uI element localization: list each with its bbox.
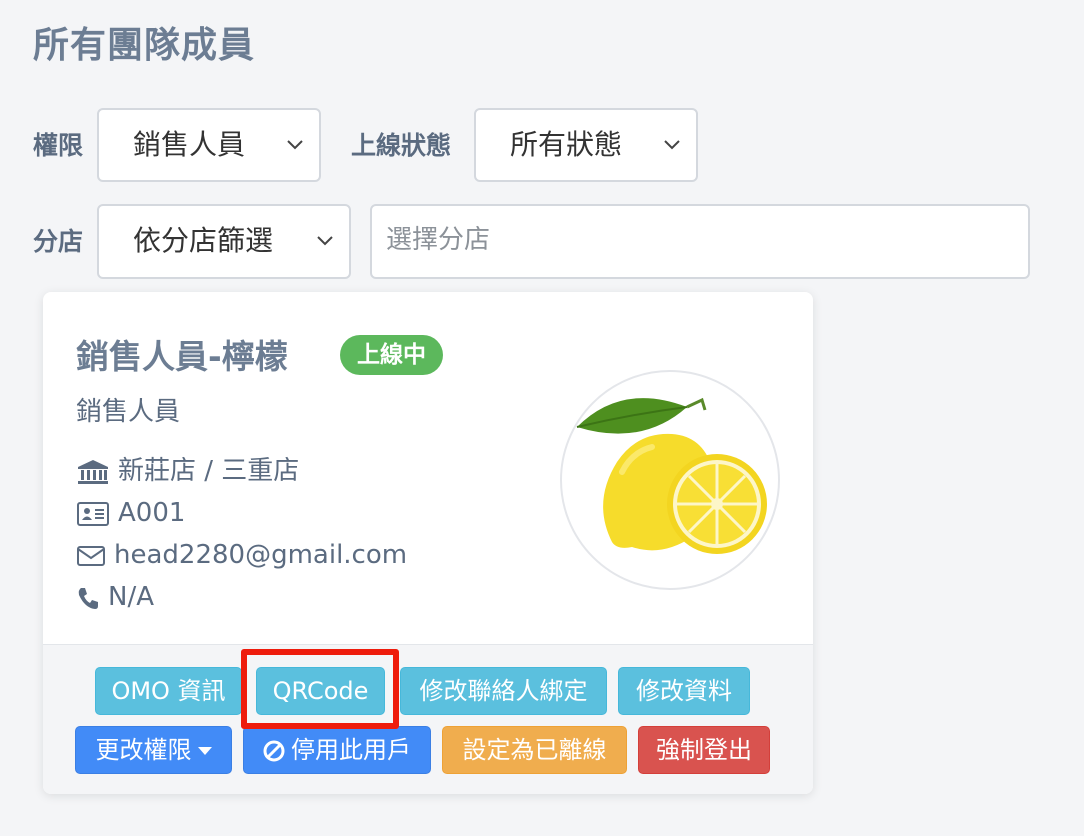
change-permission-button[interactable]: 更改權限 <box>75 726 232 774</box>
member-email-row: head2280@gmail.com <box>76 538 407 572</box>
page-title: 所有團隊成員 <box>33 25 256 66</box>
online-status-label: 上線狀態 <box>351 131 452 160</box>
member-branches: 新莊店 / 三重店 <box>118 456 300 486</box>
force-logout-button[interactable]: 強制登出 <box>638 726 770 774</box>
member-name: 銷售人員-檸檬 <box>76 337 288 376</box>
omo-info-button[interactable]: OMO 資訊 <box>95 667 242 715</box>
permission-select-value: 銷售人員 <box>133 128 246 161</box>
disable-user-button[interactable]: 停用此用戶 <box>243 726 431 774</box>
branch-label: 分店 <box>33 227 84 256</box>
bank-icon <box>78 459 108 484</box>
lemon-avatar-icon <box>576 397 767 554</box>
member-id-row: A001 <box>76 496 185 530</box>
branch-input[interactable]: 選擇分店 <box>370 204 1030 279</box>
member-branches-row: 新莊店 / 三重店 <box>76 454 299 488</box>
id-card-icon <box>77 501 109 526</box>
member-card-body: 銷售人員-檸檬 上線中 銷售人員 新莊店 / 三重店 A001 head2280… <box>43 292 813 644</box>
caret-down-icon <box>197 747 212 755</box>
branch-input-placeholder: 選擇分店 <box>386 225 491 255</box>
disable-user-label: 停用此用戶 <box>291 736 411 764</box>
chevron-down-icon <box>317 236 333 246</box>
branch-filter-select[interactable]: 依分店篩選 <box>97 204 351 279</box>
phone-icon <box>78 587 98 609</box>
edit-contact-binding-button[interactable]: 修改聯絡人綁定 <box>400 667 607 715</box>
envelope-icon <box>77 545 105 566</box>
change-permission-label: 更改權限 <box>95 736 192 764</box>
online-status-select-value: 所有狀態 <box>510 128 623 161</box>
ban-icon <box>263 740 285 762</box>
member-role: 銷售人員 <box>76 397 181 427</box>
set-offline-button[interactable]: 設定為已離線 <box>442 726 627 774</box>
chevron-down-icon <box>287 140 303 150</box>
permission-select[interactable]: 銷售人員 <box>97 108 321 182</box>
permission-label: 權限 <box>33 131 84 160</box>
avatar <box>560 370 780 590</box>
status-badge: 上線中 <box>340 335 443 375</box>
member-id: A001 <box>118 498 186 528</box>
member-email: head2280@gmail.com <box>114 540 408 570</box>
member-card: 銷售人員-檸檬 上線中 銷售人員 新莊店 / 三重店 A001 head2280… <box>43 292 813 794</box>
chevron-down-icon <box>664 140 680 150</box>
edit-info-button[interactable]: 修改資料 <box>618 667 750 715</box>
online-status-select[interactable]: 所有狀態 <box>474 108 698 182</box>
member-phone-row: N/A <box>76 580 154 614</box>
member-phone: N/A <box>108 582 154 612</box>
qrcode-highlight-box <box>241 649 399 729</box>
branch-filter-select-value: 依分店篩選 <box>133 224 274 257</box>
